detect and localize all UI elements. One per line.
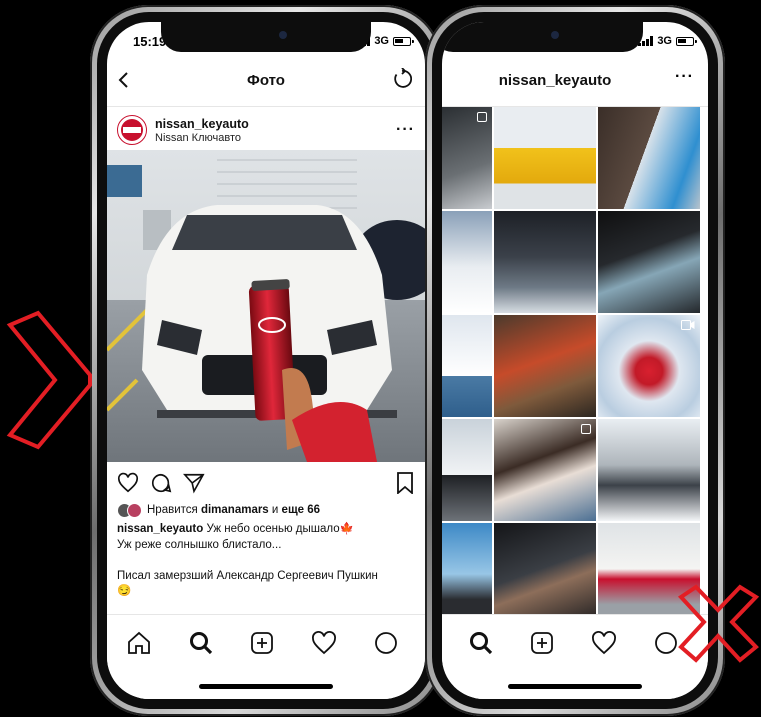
caption-username[interactable]: nissan_keyauto — [117, 523, 203, 535]
refresh-icon[interactable] — [391, 68, 413, 90]
profile-title: nissan_keyauto — [498, 72, 612, 89]
post-location[interactable]: Nissan Ключавто — [155, 132, 241, 144]
left-phone: 15:19 3G Фото nissan_keyauto Nissan Ключ… — [90, 5, 442, 716]
avatar[interactable] — [117, 115, 147, 145]
home-indicator[interactable] — [199, 684, 333, 689]
battery-icon — [676, 36, 697, 46]
grid-photo[interactable] — [494, 523, 596, 625]
like-icon[interactable] — [117, 472, 139, 494]
grid-photo[interactable] — [494, 315, 596, 417]
post-header: nissan_keyauto Nissan Ключавто ··· — [107, 107, 425, 155]
left-screen: 15:19 3G Фото nissan_keyauto Nissan Ключ… — [107, 22, 425, 699]
grid-photo[interactable] — [442, 107, 492, 209]
grid-photo[interactable] — [494, 211, 596, 313]
nav-bar: Фото — [107, 56, 425, 107]
photo-grid — [442, 107, 708, 625]
grid-photo[interactable] — [442, 211, 492, 313]
network-label: 3G — [374, 35, 389, 47]
grid-photo[interactable] — [598, 523, 700, 625]
tab-bar — [442, 614, 708, 699]
grid-photo[interactable] — [598, 315, 700, 417]
likes-more[interactable]: еще 66 — [282, 504, 320, 516]
likes-row: Нравится dimanamars и еще 66 — [117, 501, 415, 519]
grid-photo[interactable] — [598, 419, 700, 521]
grid-photo[interactable] — [598, 211, 700, 313]
grid-photo[interactable] — [494, 419, 596, 521]
add-icon[interactable] — [528, 629, 556, 657]
liker-avatar — [127, 502, 142, 518]
post-username[interactable]: nissan_keyauto — [155, 117, 249, 131]
video-icon — [681, 320, 695, 330]
more-options-icon[interactable]: ··· — [396, 121, 415, 139]
network-label: 3G — [657, 35, 672, 47]
search-icon[interactable] — [467, 629, 495, 657]
grid-photo[interactable] — [598, 107, 700, 209]
battery-icon — [393, 36, 414, 46]
comment-icon[interactable] — [150, 472, 172, 494]
heart-icon[interactable] — [310, 629, 338, 657]
post-photo[interactable] — [107, 150, 425, 462]
more-options-icon[interactable]: ··· — [675, 68, 694, 86]
bookmark-icon[interactable] — [395, 472, 415, 494]
search-icon[interactable] — [187, 629, 215, 657]
red-x-decoration-left — [6, 310, 92, 450]
heart-icon[interactable] — [590, 629, 618, 657]
grid-photo[interactable] — [442, 523, 492, 625]
grid-photo[interactable] — [442, 419, 492, 521]
home-indicator[interactable] — [508, 684, 642, 689]
home-icon[interactable] — [125, 629, 153, 657]
post-caption: nissan_keyauto Уж небо осенью дышало🍁 Уж… — [117, 522, 415, 600]
profile-icon[interactable] — [372, 629, 400, 657]
right-phone: 3G nissan_keyauto ··· — [425, 5, 725, 716]
tab-bar — [107, 614, 425, 699]
likes-joiner: и — [268, 504, 282, 516]
add-icon[interactable] — [248, 629, 276, 657]
page-title: Фото — [247, 72, 285, 89]
profile-icon[interactable] — [652, 629, 680, 657]
nav-bar: nissan_keyauto ··· — [442, 56, 708, 107]
right-screen: 3G nissan_keyauto ··· — [442, 22, 708, 699]
likes-prefix: Нравится — [147, 504, 201, 516]
grid-photo[interactable] — [442, 315, 492, 417]
post-actions — [107, 468, 425, 498]
liked-by-user[interactable]: dimanamars — [201, 504, 269, 516]
grid-photo[interactable] — [494, 107, 596, 209]
share-icon[interactable] — [183, 472, 205, 494]
